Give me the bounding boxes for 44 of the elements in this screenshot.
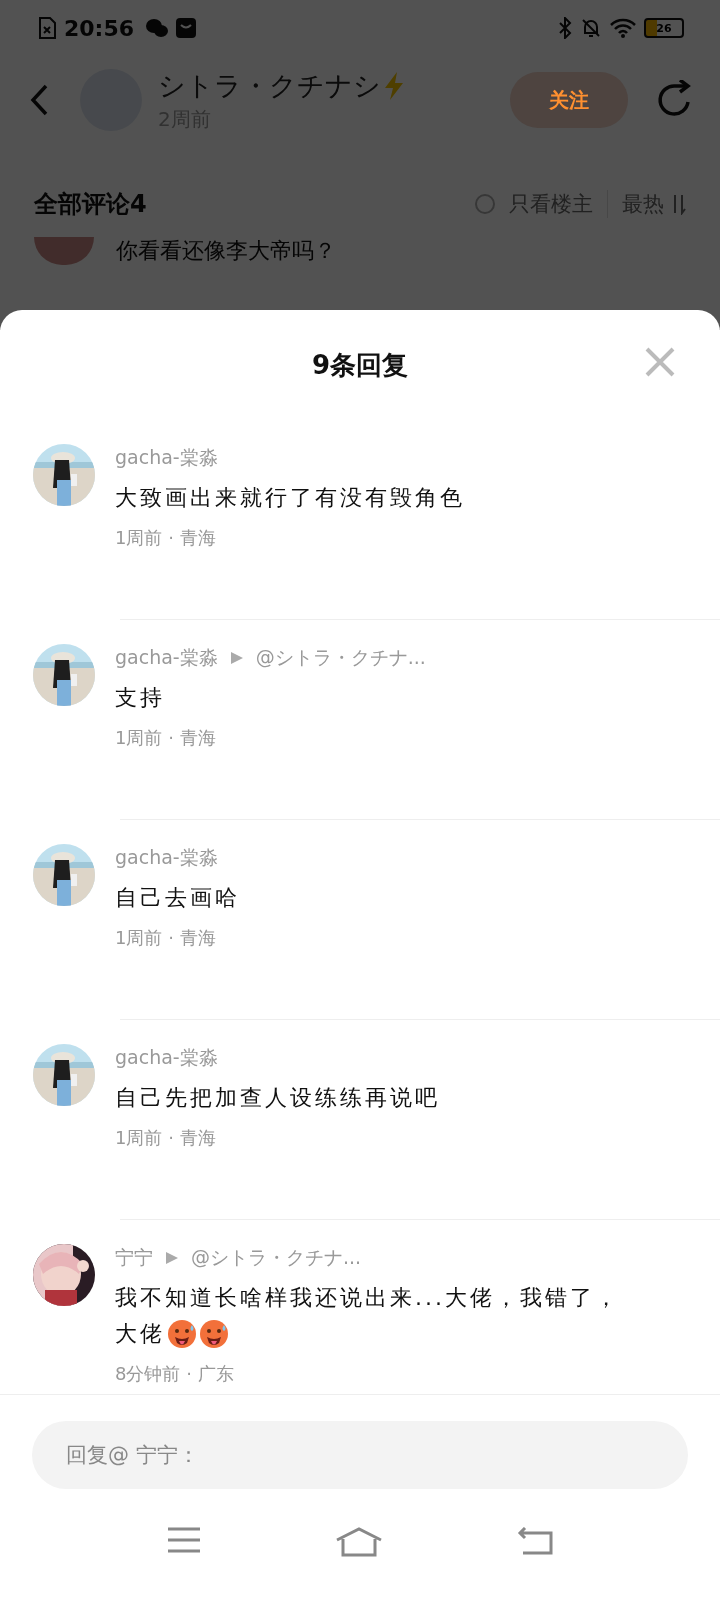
username[interactable]: gacha-棠淼 [115,1045,218,1071]
bluetooth-icon [558,17,572,39]
home-icon[interactable] [335,1527,383,1557]
sort-icon[interactable] [672,193,686,215]
close-icon[interactable] [644,346,676,378]
message-icon [176,18,197,38]
mention-link[interactable]: @シトラ・クチナ... [191,1245,362,1271]
reply-meta: 1周前 · 青海 [115,1126,217,1150]
follow-button[interactable]: 关注 [510,72,628,128]
sheet-title: 9条回复 [311,348,409,382]
lightning-icon [383,70,405,101]
username[interactable]: gacha-棠淼 [115,445,218,471]
comments-title: 全部评论4 [34,189,147,220]
reply-meta: 8分钟前 · 广东 [115,1362,235,1386]
username[interactable]: gacha-棠淼 [115,645,218,671]
bell-muted-icon [580,17,602,39]
comment-text: 你看看还像李大帝吗？ [116,237,336,265]
reply-text: 我不知道长啥样我还说出来...大佬，我错了， [115,1285,620,1310]
triangle-icon [165,1251,179,1265]
file-error-icon [38,17,56,39]
reply-text: 大佬 [115,1320,165,1348]
reply-input[interactable]: 回复@ 宁宁： [32,1421,688,1489]
reply-text: 自己先把加查人设练练再说吧 [115,1085,440,1110]
author-name: シトラ・クチナシ [158,68,381,103]
username[interactable]: gacha-棠淼 [115,845,218,871]
reply-meta: 1周前 · 青海 [115,726,217,750]
menu-icon[interactable] [167,1527,201,1553]
reply-text: 支持 [115,685,165,710]
mention-link[interactable]: @シトラ・クチナ... [255,645,426,671]
back-icon[interactable] [517,1527,553,1555]
status-time: 20:56 [64,15,135,41]
triangle-icon [229,651,244,665]
wifi-icon [610,18,636,38]
hot-face-icon [167,1319,197,1349]
reply-meta: 1周前 · 青海 [115,526,217,550]
back-icon[interactable] [30,84,50,116]
chat-bubbles-icon [146,18,169,38]
reply-text: 大致画出来就行了有没有毁角色 [115,485,465,510]
owner-only-radio[interactable] [475,194,495,214]
avatar [34,237,94,265]
username[interactable]: 宁宁 [115,1245,153,1271]
hot-face-icon [199,1319,229,1349]
reply-meta: 1周前 · 青海 [115,926,217,950]
reply-text: 自己去画哈 [115,885,240,910]
